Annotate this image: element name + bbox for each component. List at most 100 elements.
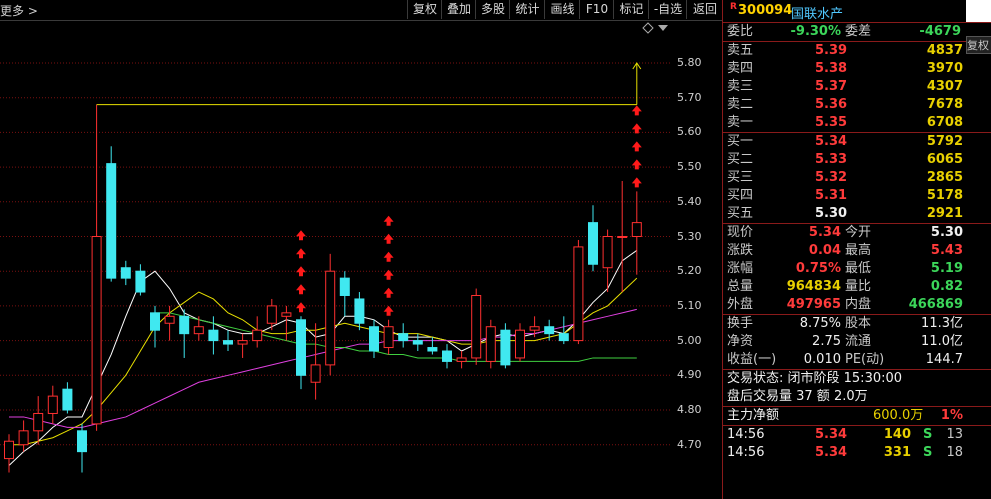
ask-price: 5.39 [815,43,848,58]
price-tick-label: 5.00 [677,333,702,347]
ask-price: 5.38 [815,61,848,76]
draw-line-button[interactable]: 画线 [544,0,580,19]
stat-value: 0.04 [808,243,841,258]
bid-row[interactable]: 买三 5.32 2865 [723,169,991,187]
chart-toolbar: 更多 > 复权 叠加 多股 统计 画线 F10 标记 -自选 返回 [0,0,722,21]
ask-row[interactable]: 卖三 5.37 4307 [723,78,991,96]
tick-count: 13 [946,427,963,442]
bid-row[interactable]: 买二 5.33 6065 [723,151,991,169]
candle-body [588,222,598,265]
triangle-down-icon[interactable] [658,25,668,31]
bid-volume: 5178 [926,188,963,203]
stat-value: 5.43 [930,243,963,258]
ask-label: 卖一 [727,115,754,130]
bid-label: 买四 [727,188,754,203]
price-tick-label: 5.50 [677,160,702,174]
candle-body [266,305,277,324]
ask-label: 卖五 [727,43,754,58]
candle-body [456,357,467,362]
price-tick-label: 5.40 [677,194,702,208]
price-tick-label: 4.90 [677,368,702,382]
stock-header: R 300094 国联水产 [723,0,991,22]
candle-body [383,326,394,349]
more-button[interactable]: 更多 > [0,2,38,19]
bid-row[interactable]: 买五 5.30 2921 [723,205,991,223]
bid-book: 买一 5.34 5792 买二 5.33 6065 买三 5.32 2865 买… [723,132,991,223]
statistics-button[interactable]: 统计 [509,0,545,19]
stat-value: 0.010 [803,352,841,367]
stat-label: PE(动) [845,352,885,367]
tick-side: S [923,427,933,442]
stat-value: 8.75% [799,316,841,331]
add-watchlist-button[interactable]: -自选 [648,0,687,19]
main-flow-row[interactable]: 主力净额 600.0万 1% [723,406,991,425]
candle-body [529,326,540,331]
candle-body [310,364,321,383]
candle-body [544,326,555,335]
stat-row: 涨幅 0.75% 最低 5.19 [723,260,991,278]
multi-stock-button[interactable]: 多股 [475,0,510,19]
red-up-arrow-icon [296,248,306,259]
ask-book: 卖五 5.39 4837 卖四 5.38 3970 卖三 5.37 4307 卖… [723,41,991,132]
candle-body [631,222,642,237]
diamond-icon[interactable] [642,22,654,34]
main-flow-pct: 1% [940,408,963,423]
bid-price: 5.33 [815,152,848,167]
fundamentals-block: 换手 8.75% 股本 11.3亿 净资 2.75 流通 11.0亿 收益(一)… [723,314,991,369]
stat-label: 股本 [845,316,872,331]
candle-body [223,340,233,345]
back-button[interactable]: 返回 [686,0,723,19]
stat-value: 5.30 [930,225,963,240]
price-tick-label: 5.20 [677,264,702,278]
stat-row: 涨跌 0.04 最高 5.43 [723,242,991,260]
candle-body [77,430,87,453]
stat-label: 现价 [727,225,754,240]
ask-row[interactable]: 卖四 5.38 3970 [723,60,991,78]
stat-label: 流通 [845,334,872,349]
candle-body [354,298,365,324]
candle-body [150,312,160,331]
candle-body [442,350,452,362]
red-up-arrow-icon [296,302,306,313]
bid-price: 5.32 [815,170,848,185]
ask-row[interactable]: 卖二 5.36 7678 [723,96,991,114]
bid-row[interactable]: 买一 5.34 5792 [723,133,991,151]
ask-row[interactable]: 卖一 5.35 6708 [723,114,991,132]
candlestick-chart[interactable] [0,20,670,499]
ask-row[interactable]: 卖五 5.39 4837 [723,42,991,60]
stat-label: 总量 [727,279,754,294]
tick-row: 14:56 5.34 140 S 13 [723,426,991,444]
stat-row: 外盘 497965 内盘 466869 [723,296,991,314]
candle-body [427,347,438,352]
mark-button[interactable]: 标记 [613,0,649,19]
stat-row: 换手 8.75% 股本 11.3亿 [723,315,991,333]
bid-row[interactable]: 买四 5.31 5178 [723,187,991,205]
ask-volume: 6708 [926,115,963,130]
main-flow-label: 主力净额 [727,408,780,423]
candle-body [208,329,219,342]
weibi-label: 委比 [727,24,754,39]
stock-name[interactable]: 国联水产 [791,3,843,22]
overlay-button[interactable]: 叠加 [441,0,476,19]
ask-volume: 4837 [926,43,963,58]
tick-count: 18 [946,445,963,460]
red-up-arrow-icon [296,230,306,241]
ask-label: 卖四 [727,61,754,76]
fuquan-button[interactable]: 复权 [407,0,442,19]
candle-body [4,440,14,460]
r-badge: R [730,2,737,12]
stat-value: 466869 [908,297,963,312]
candle-body [135,270,146,293]
stat-value: 0.75% [795,261,841,276]
price-tick-label: 4.80 [677,403,702,416]
f10-button[interactable]: F10 [579,0,614,19]
red-up-arrow-icon [383,287,394,298]
stat-value: 497965 [786,297,841,312]
candle-body [325,270,336,366]
trade-status: 交易状态: 闭市阶段 15:30:00 [723,370,991,388]
stat-label: 内盘 [845,297,872,312]
candle-body [296,319,306,376]
bid-volume: 6065 [926,152,963,167]
price-tick-label: 5.30 [677,229,702,243]
stat-value: 5.34 [808,225,841,240]
